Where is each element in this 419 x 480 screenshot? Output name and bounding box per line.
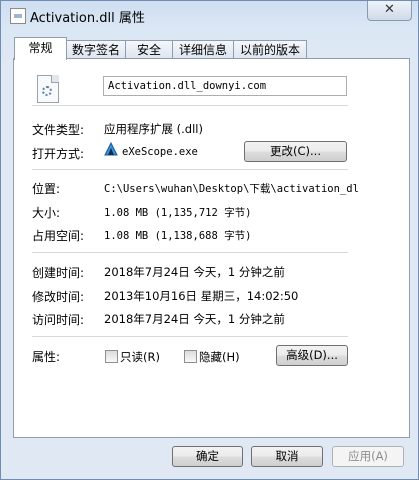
file-type-label: 文件类型: bbox=[32, 123, 85, 137]
cancel-button[interactable]: 取消 bbox=[251, 446, 323, 467]
tab-digital-signatures[interactable]: 数字签名 bbox=[66, 40, 126, 59]
modified-label: 修改时间: bbox=[32, 290, 85, 304]
created-label: 创建时间: bbox=[32, 266, 85, 280]
close-button[interactable]: ✕ bbox=[367, 1, 412, 21]
accessed-value: 2018年7月24日 今天，1 分钟之前 bbox=[104, 312, 285, 326]
size-on-disk-value: 1.08 MB (1,138,688 字节) bbox=[104, 230, 252, 242]
modified-value: 2013年10月16日 星期三，14:02:50 bbox=[104, 289, 299, 303]
readonly-label[interactable]: 只读(R) bbox=[120, 349, 160, 365]
properties-dialog: Activation.dll 属性 ✕ 常规 数字签名 安全 详细信息 以前的版… bbox=[0, 0, 419, 480]
open-with-value: eXeScope.exe bbox=[122, 146, 198, 158]
separator bbox=[32, 169, 348, 170]
size-on-disk-label: 占用空间: bbox=[32, 229, 85, 243]
location-label: 位置: bbox=[32, 182, 61, 196]
separator bbox=[32, 105, 348, 106]
size-label: 大小: bbox=[32, 206, 61, 220]
attributes-label: 属性: bbox=[32, 350, 61, 364]
readonly-checkbox[interactable] bbox=[105, 350, 118, 363]
advanced-button[interactable]: 高级(D)... bbox=[276, 345, 348, 366]
file-type-value: 应用程序扩展 (.dll) bbox=[104, 122, 203, 136]
general-panel: Activation.dll_downyi.com 文件类型: 应用程序扩展 (… bbox=[13, 58, 410, 438]
tab-security[interactable]: 安全 bbox=[125, 40, 173, 59]
ok-button[interactable]: 确定 bbox=[172, 446, 243, 467]
dll-file-icon bbox=[37, 75, 59, 103]
title-bar: Activation.dll 属性 ✕ bbox=[1, 1, 418, 29]
exescope-icon bbox=[104, 142, 118, 156]
open-with-label: 打开方式: bbox=[32, 147, 85, 161]
size-value: 1.08 MB (1,135,712 字节) bbox=[104, 207, 252, 219]
separator bbox=[32, 336, 348, 337]
location-value: C:\Users\wuhan\Desktop\下载\activation_dl bbox=[104, 183, 359, 195]
window-title: Activation.dll 属性 bbox=[30, 11, 145, 26]
hidden-checkbox[interactable] bbox=[184, 350, 197, 363]
accessed-label: 访问时间: bbox=[32, 313, 85, 327]
file-name-input[interactable]: Activation.dll_downyi.com bbox=[103, 76, 347, 96]
separator bbox=[32, 252, 348, 253]
tab-general[interactable]: 常规 bbox=[14, 37, 67, 60]
apply-button[interactable]: 应用(A) bbox=[332, 446, 404, 467]
tab-details[interactable]: 详细信息 bbox=[172, 40, 234, 59]
change-button[interactable]: 更改(C)... bbox=[244, 141, 347, 162]
hidden-label[interactable]: 隐藏(H) bbox=[199, 349, 240, 365]
file-icon bbox=[10, 8, 26, 24]
created-value: 2018年7月24日 今天，1 分钟之前 bbox=[104, 265, 285, 279]
tab-previous-versions[interactable]: 以前的版本 bbox=[233, 40, 307, 59]
